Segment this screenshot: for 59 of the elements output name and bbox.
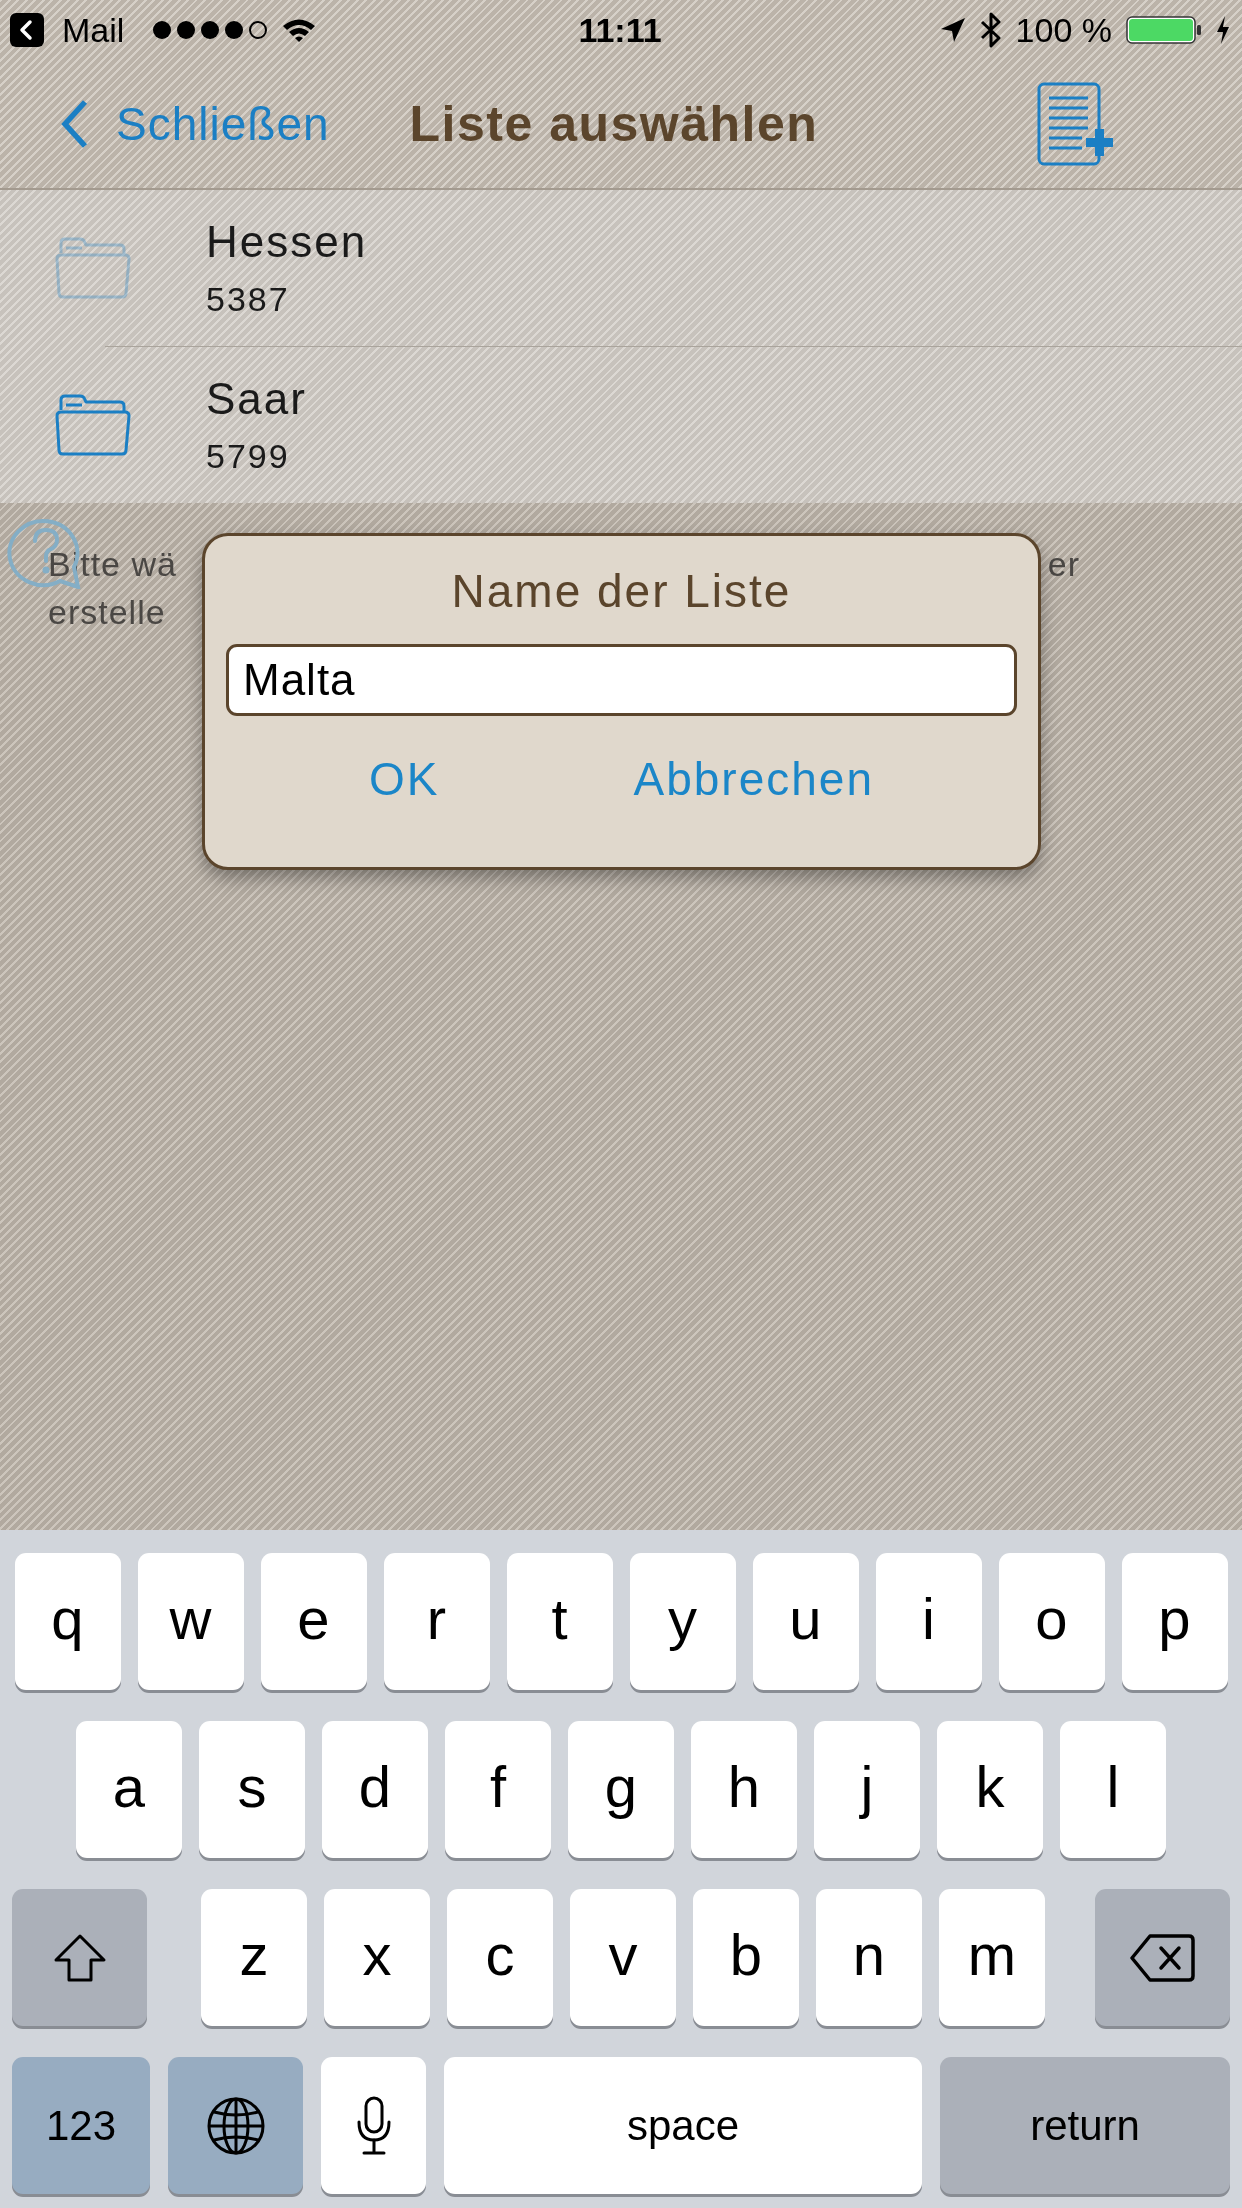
letter-key[interactable]: b	[693, 1889, 799, 2026]
letter-key[interactable]: w	[137, 1553, 244, 1690]
list-row[interactable]: Saar 5799	[0, 347, 1242, 503]
delete-key[interactable]	[1095, 1889, 1230, 2026]
letter-key[interactable]: c	[447, 1889, 553, 2026]
item-count: 5387	[206, 278, 291, 320]
letter-key[interactable]: s	[199, 1721, 305, 1858]
letter-key[interactable]: f	[445, 1721, 551, 1858]
letter-key[interactable]: z	[201, 1889, 307, 2026]
clock-time: 11:11	[578, 10, 662, 50]
help-text: er	[1047, 544, 1080, 584]
letter-key[interactable]: i	[875, 1553, 982, 1690]
microphone-icon	[355, 2095, 392, 2156]
dictation-key[interactable]	[321, 2057, 426, 2194]
letter-key[interactable]: r	[383, 1553, 490, 1690]
bluetooth-icon	[979, 12, 1002, 48]
shift-key[interactable]	[12, 1889, 147, 2026]
delete-icon	[1129, 1932, 1196, 1983]
space-key[interactable]: space	[444, 2057, 922, 2194]
location-arrow-icon	[939, 17, 966, 43]
list-name-field[interactable]: Malta	[226, 644, 1017, 716]
letter-key[interactable]: h	[691, 1721, 797, 1858]
globe-key[interactable]	[168, 2057, 303, 2194]
shift-icon	[52, 1932, 107, 1983]
letter-key[interactable]: y	[629, 1553, 736, 1690]
help-text: erstelle	[48, 592, 166, 632]
letter-key[interactable]: d	[322, 1721, 428, 1858]
letter-key[interactable]: l	[1060, 1721, 1166, 1858]
letter-key[interactable]: e	[260, 1553, 367, 1690]
charging-bolt-icon	[1216, 16, 1230, 44]
battery-icon	[1126, 16, 1202, 44]
letter-key[interactable]: p	[1121, 1553, 1228, 1690]
wifi-icon	[282, 17, 317, 43]
letter-key[interactable]: v	[570, 1889, 676, 2026]
letter-key[interactable]: j	[814, 1721, 920, 1858]
letter-key[interactable]: k	[937, 1721, 1043, 1858]
dialog-title: Name der Liste	[451, 564, 792, 618]
battery-percent: 100 %	[1015, 10, 1112, 50]
chevron-left-icon	[60, 99, 90, 149]
letter-key[interactable]: q	[14, 1553, 121, 1690]
letter-key[interactable]: m	[939, 1889, 1045, 2026]
globe-icon	[205, 2095, 266, 2156]
letter-key[interactable]: n	[816, 1889, 922, 2026]
letter-key[interactable]: a	[76, 1721, 182, 1858]
letter-key[interactable]: x	[324, 1889, 430, 2026]
letter-key[interactable]: u	[752, 1553, 859, 1690]
letter-key[interactable]: o	[998, 1553, 1105, 1690]
letter-key[interactable]: t	[506, 1553, 613, 1690]
chevron-tile-icon[interactable]	[10, 13, 44, 47]
numbers-key[interactable]: 123	[12, 2057, 150, 2194]
item-count: 5799	[206, 435, 291, 477]
return-key[interactable]: return	[940, 2057, 1230, 2194]
screen-title: Liste auswählen	[409, 95, 819, 153]
letter-key[interactable]: g	[568, 1721, 674, 1858]
new-list-button[interactable]	[1036, 81, 1116, 167]
back-app-label[interactable]: Mail	[62, 10, 125, 50]
document-plus-icon	[1036, 81, 1116, 167]
list-name: Saar	[206, 372, 307, 425]
list-name: Hessen	[206, 215, 368, 268]
